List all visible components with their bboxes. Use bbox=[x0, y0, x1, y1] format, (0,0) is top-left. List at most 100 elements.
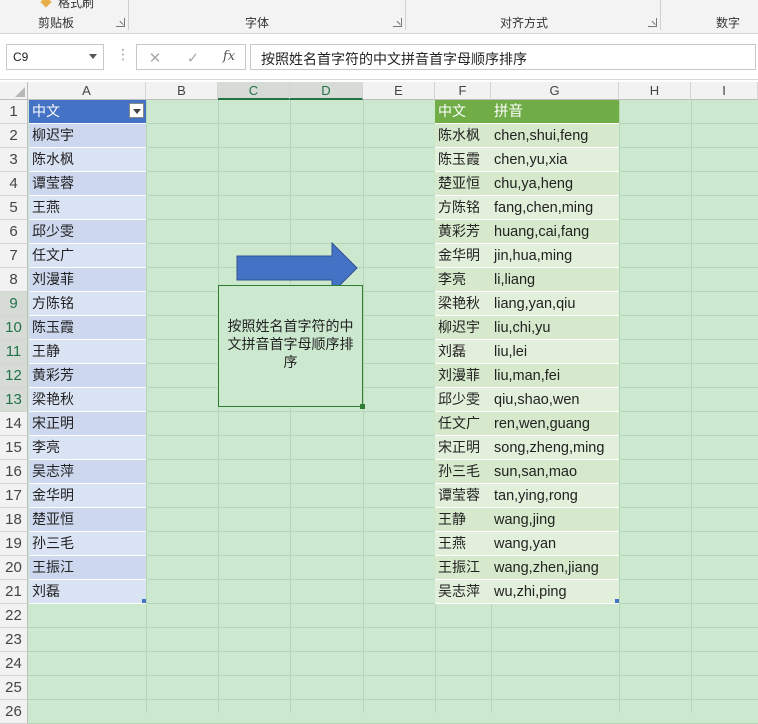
column-header-b[interactable]: B bbox=[146, 82, 218, 100]
row-header-16[interactable]: 16 bbox=[0, 460, 28, 484]
table-fg-pinyin-cell[interactable]: huang,cai,fang bbox=[491, 220, 619, 244]
column-header-h[interactable]: H bbox=[619, 82, 691, 100]
table-a-cell[interactable]: 楚亚恒 bbox=[29, 508, 146, 532]
row-header-23[interactable]: 23 bbox=[0, 628, 28, 652]
font-launcher-icon[interactable] bbox=[393, 18, 402, 27]
table-fg-chinese-cell[interactable]: 任文广 bbox=[435, 412, 491, 436]
select-all-button[interactable] bbox=[0, 82, 28, 100]
column-header-e[interactable]: E bbox=[363, 82, 435, 100]
table-fg-chinese-cell[interactable]: 黄彩芳 bbox=[435, 220, 491, 244]
row-header-5[interactable]: 5 bbox=[0, 196, 28, 220]
more-icon[interactable]: ⋮ bbox=[116, 47, 130, 63]
table-a-cell[interactable]: 方陈铭 bbox=[29, 292, 146, 316]
table-fg-chinese-cell[interactable]: 王振江 bbox=[435, 556, 491, 580]
row-header-7[interactable]: 7 bbox=[0, 244, 28, 268]
table-fg-pinyin-cell[interactable]: chu,ya,heng bbox=[491, 172, 619, 196]
table-fg-pinyin-cell[interactable]: wang,yan bbox=[491, 532, 619, 556]
table-a-cell[interactable]: 王振江 bbox=[29, 556, 146, 580]
table-fg-chinese-cell[interactable]: 王静 bbox=[435, 508, 491, 532]
table-a-cell[interactable]: 任文广 bbox=[29, 244, 146, 268]
row-header-12[interactable]: 12 bbox=[0, 364, 28, 388]
table-fg-pinyin-cell[interactable]: liu,chi,yu bbox=[491, 316, 619, 340]
row-header-4[interactable]: 4 bbox=[0, 172, 28, 196]
table-fg-chinese-cell[interactable]: 方陈铭 bbox=[435, 196, 491, 220]
table-fg-pinyin-cell[interactable]: li,liang bbox=[491, 268, 619, 292]
formula-input[interactable]: 按照姓名首字符的中文拼音首字母顺序排序 bbox=[250, 44, 756, 70]
row-header-15[interactable]: 15 bbox=[0, 436, 28, 460]
table-fg-pinyin-cell[interactable]: chen,shui,feng bbox=[491, 124, 619, 148]
table-fg-pinyin-cell[interactable]: qiu,shao,wen bbox=[491, 388, 619, 412]
table-a-cell[interactable]: 刘磊 bbox=[29, 580, 146, 604]
enter-icon[interactable]: ✓ bbox=[183, 49, 203, 67]
column-header-i[interactable]: I bbox=[691, 82, 758, 100]
table-a-cell[interactable]: 谭莹蓉 bbox=[29, 172, 146, 196]
table-fg-pinyin-cell[interactable]: wang,jing bbox=[491, 508, 619, 532]
table-fg-pinyin-cell[interactable]: tan,ying,rong bbox=[491, 484, 619, 508]
row-header-11[interactable]: 11 bbox=[0, 340, 28, 364]
table-fg-pinyin-cell[interactable]: liu,man,fei bbox=[491, 364, 619, 388]
table-fg-pinyin-cell[interactable]: wu,zhi,ping bbox=[491, 580, 619, 604]
table-resize-handle[interactable] bbox=[615, 599, 619, 603]
row-header-19[interactable]: 19 bbox=[0, 532, 28, 556]
table-a-cell[interactable]: 宋正明 bbox=[29, 412, 146, 436]
row-header-26[interactable]: 26 bbox=[0, 700, 28, 724]
format-painter-icon[interactable] bbox=[40, 0, 52, 8]
chevron-down-icon[interactable] bbox=[89, 54, 97, 59]
table-fg-chinese-cell[interactable]: 孙三毛 bbox=[435, 460, 491, 484]
column-header-f[interactable]: F bbox=[435, 82, 491, 100]
table-fg-chinese-cell[interactable]: 金华明 bbox=[435, 244, 491, 268]
table-a-cell[interactable]: 梁艳秋 bbox=[29, 388, 146, 412]
table-a-cell[interactable]: 李亮 bbox=[29, 436, 146, 460]
row-header-20[interactable]: 20 bbox=[0, 556, 28, 580]
table-a-cell[interactable]: 孙三毛 bbox=[29, 532, 146, 556]
format-painter-label[interactable]: 格式刷 bbox=[58, 0, 94, 11]
table-a-cell[interactable]: 刘漫菲 bbox=[29, 268, 146, 292]
table-a-cell[interactable]: 王燕 bbox=[29, 196, 146, 220]
row-header-24[interactable]: 24 bbox=[0, 652, 28, 676]
note-text-box[interactable]: 按照姓名首字符的中文拼音首字母顺序排序 bbox=[218, 285, 365, 409]
table-a-cell[interactable]: 陈水枫 bbox=[29, 148, 146, 172]
table-a-cell[interactable]: 邱少雯 bbox=[29, 220, 146, 244]
row-header-18[interactable]: 18 bbox=[0, 508, 28, 532]
table-a-cell[interactable]: 柳迟宇 bbox=[29, 124, 146, 148]
table-fg-chinese-cell[interactable]: 刘漫菲 bbox=[435, 364, 491, 388]
row-header-3[interactable]: 3 bbox=[0, 148, 28, 172]
table-fg-pinyin-cell[interactable]: liu,lei bbox=[491, 340, 619, 364]
row-header-17[interactable]: 17 bbox=[0, 484, 28, 508]
table-fg-pinyin-cell[interactable]: liang,yan,qiu bbox=[491, 292, 619, 316]
table-a-cell[interactable]: 金华明 bbox=[29, 484, 146, 508]
table-fg-pinyin-cell[interactable]: song,zheng,ming bbox=[491, 436, 619, 460]
row-header-2[interactable]: 2 bbox=[0, 124, 28, 148]
table-a-cell[interactable]: 黄彩芳 bbox=[29, 364, 146, 388]
table-fg-chinese-cell[interactable]: 陈水枫 bbox=[435, 124, 491, 148]
row-header-1[interactable]: 1 bbox=[0, 100, 28, 124]
table-fg-header-pinyin[interactable]: 拼音 bbox=[491, 100, 619, 124]
table-a-cell[interactable]: 王静 bbox=[29, 340, 146, 364]
row-header-21[interactable]: 21 bbox=[0, 580, 28, 604]
column-header-g[interactable]: G bbox=[491, 82, 619, 100]
table-fg-header-chinese[interactable]: 中文 bbox=[435, 100, 491, 124]
table-a-cell[interactable]: 吴志萍 bbox=[29, 460, 146, 484]
table-a-cell[interactable]: 陈玉霞 bbox=[29, 316, 146, 340]
table-fg-pinyin-cell[interactable]: wang,zhen,jiang bbox=[491, 556, 619, 580]
alignment-launcher-icon[interactable] bbox=[648, 18, 657, 27]
spreadsheet-grid[interactable]: A B C D E F G H I 1 2 3 4 5 6 7 8 9 10 11 12 13 14 15 16 17 18 19 20… bbox=[0, 82, 758, 724]
filter-dropdown-icon[interactable] bbox=[129, 103, 144, 118]
table-fg-chinese-cell[interactable]: 李亮 bbox=[435, 268, 491, 292]
table-fg-chinese-cell[interactable]: 宋正明 bbox=[435, 436, 491, 460]
table-fg-pinyin-cell[interactable]: jin,hua,ming bbox=[491, 244, 619, 268]
table-a-header-cell[interactable]: 中文 bbox=[29, 100, 146, 124]
column-header-d[interactable]: D bbox=[290, 82, 363, 100]
row-header-25[interactable]: 25 bbox=[0, 676, 28, 700]
row-header-13[interactable]: 13 bbox=[0, 388, 28, 412]
table-fg-chinese-cell[interactable]: 陈玉霞 bbox=[435, 148, 491, 172]
resize-handle-icon[interactable] bbox=[360, 404, 365, 409]
row-header-6[interactable]: 6 bbox=[0, 220, 28, 244]
row-header-9[interactable]: 9 bbox=[0, 292, 28, 316]
table-fg-pinyin-cell[interactable]: fang,chen,ming bbox=[491, 196, 619, 220]
table-fg-chinese-cell[interactable]: 楚亚恒 bbox=[435, 172, 491, 196]
row-header-14[interactable]: 14 bbox=[0, 412, 28, 436]
row-header-10[interactable]: 10 bbox=[0, 316, 28, 340]
cancel-icon[interactable]: ✕ bbox=[145, 49, 165, 67]
clipboard-launcher-icon[interactable] bbox=[116, 18, 125, 27]
